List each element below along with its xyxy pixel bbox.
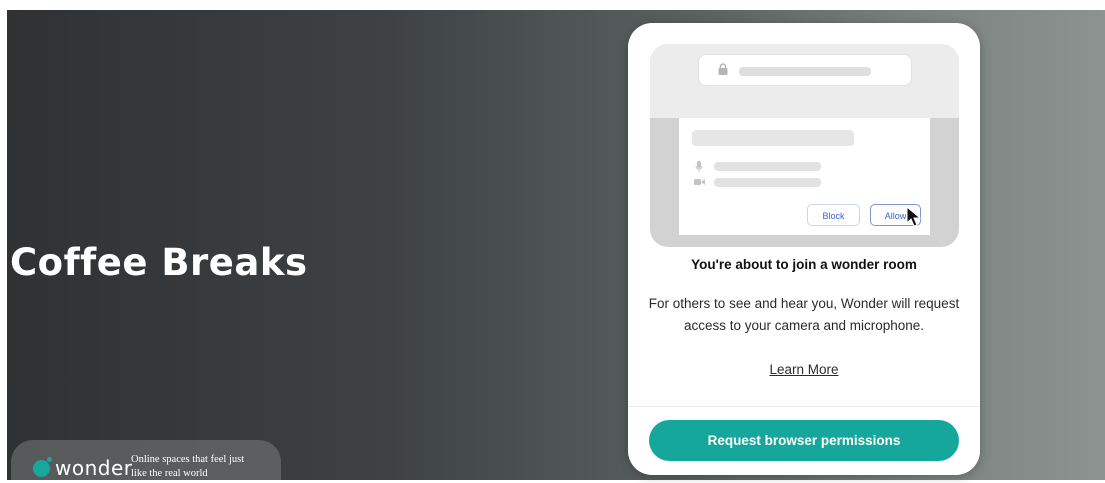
browser-permission-illustration: Block Allow (650, 44, 959, 247)
camera-line-placeholder (714, 178, 821, 187)
brand-badge[interactable]: wonder Online spaces that feel just like… (11, 440, 281, 480)
url-placeholder (739, 67, 871, 76)
microphone-icon (695, 161, 703, 172)
illustration-block-button: Block (807, 204, 860, 226)
room-title: Coffee Breaks (10, 241, 308, 284)
brand-name: wonder (55, 456, 133, 480)
browser-chrome (650, 44, 959, 118)
camera-icon (694, 179, 705, 185)
dialog-headline: You're about to join a wonder room (691, 257, 917, 272)
dialog-description: For others to see and hear you, Wonder w… (648, 296, 960, 333)
brand-tagline: Online spaces that feel just like the re… (131, 454, 245, 479)
page: Coffee Breaks wonder Online spaces that … (0, 0, 1105, 483)
permission-prompt: Block Allow (679, 118, 930, 235)
prompt-title-placeholder (692, 130, 854, 146)
wonder-logo-icon (33, 457, 52, 477)
divider (628, 406, 980, 407)
request-permissions-button[interactable]: Request browser permissions (649, 420, 959, 461)
lock-icon (718, 63, 728, 75)
microphone-line-placeholder (714, 162, 821, 171)
learn-more-link[interactable]: Learn More (628, 362, 980, 377)
permissions-dialog: Block Allow You're about to join a wonde… (628, 23, 980, 475)
address-bar (698, 54, 912, 86)
cursor-icon (906, 206, 922, 227)
